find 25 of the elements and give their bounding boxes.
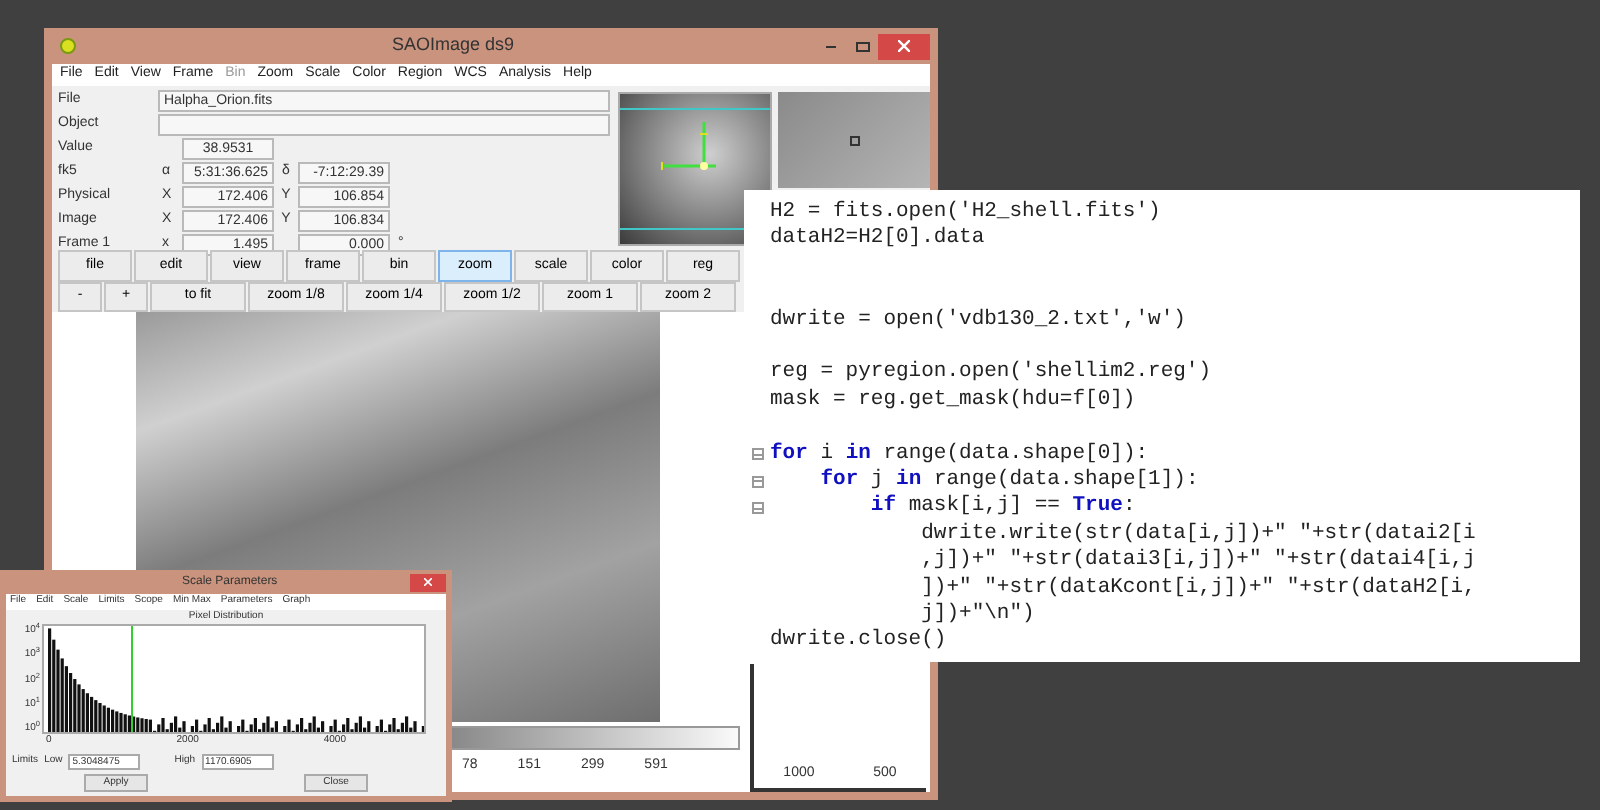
close-button[interactable]: [878, 33, 930, 59]
code-line: for i in range(data.shape[0]):: [770, 441, 1149, 468]
close-icon: [424, 578, 432, 586]
fold-icon[interactable]: [751, 502, 763, 515]
code-line: dwrite.write(str(data[i,j])+" "+str(datai2[i: [919, 521, 1476, 548]
code-line: dataH2=H2[0].data: [770, 226, 985, 254]
fold-icon[interactable]: [751, 448, 763, 461]
app-icon: [60, 38, 76, 54]
code-line: for j in range(data.shape[1]):: [818, 468, 1199, 494]
code-line: mask = reg.get_mask(hdu=f[0]): [770, 387, 1136, 415]
code-line: dwrite.close(): [770, 628, 947, 656]
code-line: reg = pyregion.open('shellim2.reg'): [770, 360, 1212, 388]
panner-image[interactable]: [618, 92, 772, 246]
fold-icon[interactable]: [751, 475, 763, 488]
close-icon: [898, 40, 910, 52]
code-line: j])+"\n"): [919, 602, 1035, 628]
close-button[interactable]: [410, 573, 446, 591]
object-field[interactable]: [158, 114, 610, 136]
code-line: ,j])+" "+str(datai3[i,j])+" "+str(datai4[i,j: [919, 548, 1476, 576]
code-line: if mask[i,j] == True:: [868, 494, 1136, 522]
code-line: ])+" "+str(dataKcont[i,j])+" "+str(dataH2[i,: [919, 575, 1476, 602]
code-line: dwrite = open('vdb130_2.txt','w'): [770, 307, 1186, 334]
code-line: H2 = fits.open('H2_shell.fits'): [770, 200, 1161, 226]
cursor-square-icon: [849, 135, 859, 145]
window-title: SAOImage ds9: [392, 32, 515, 59]
